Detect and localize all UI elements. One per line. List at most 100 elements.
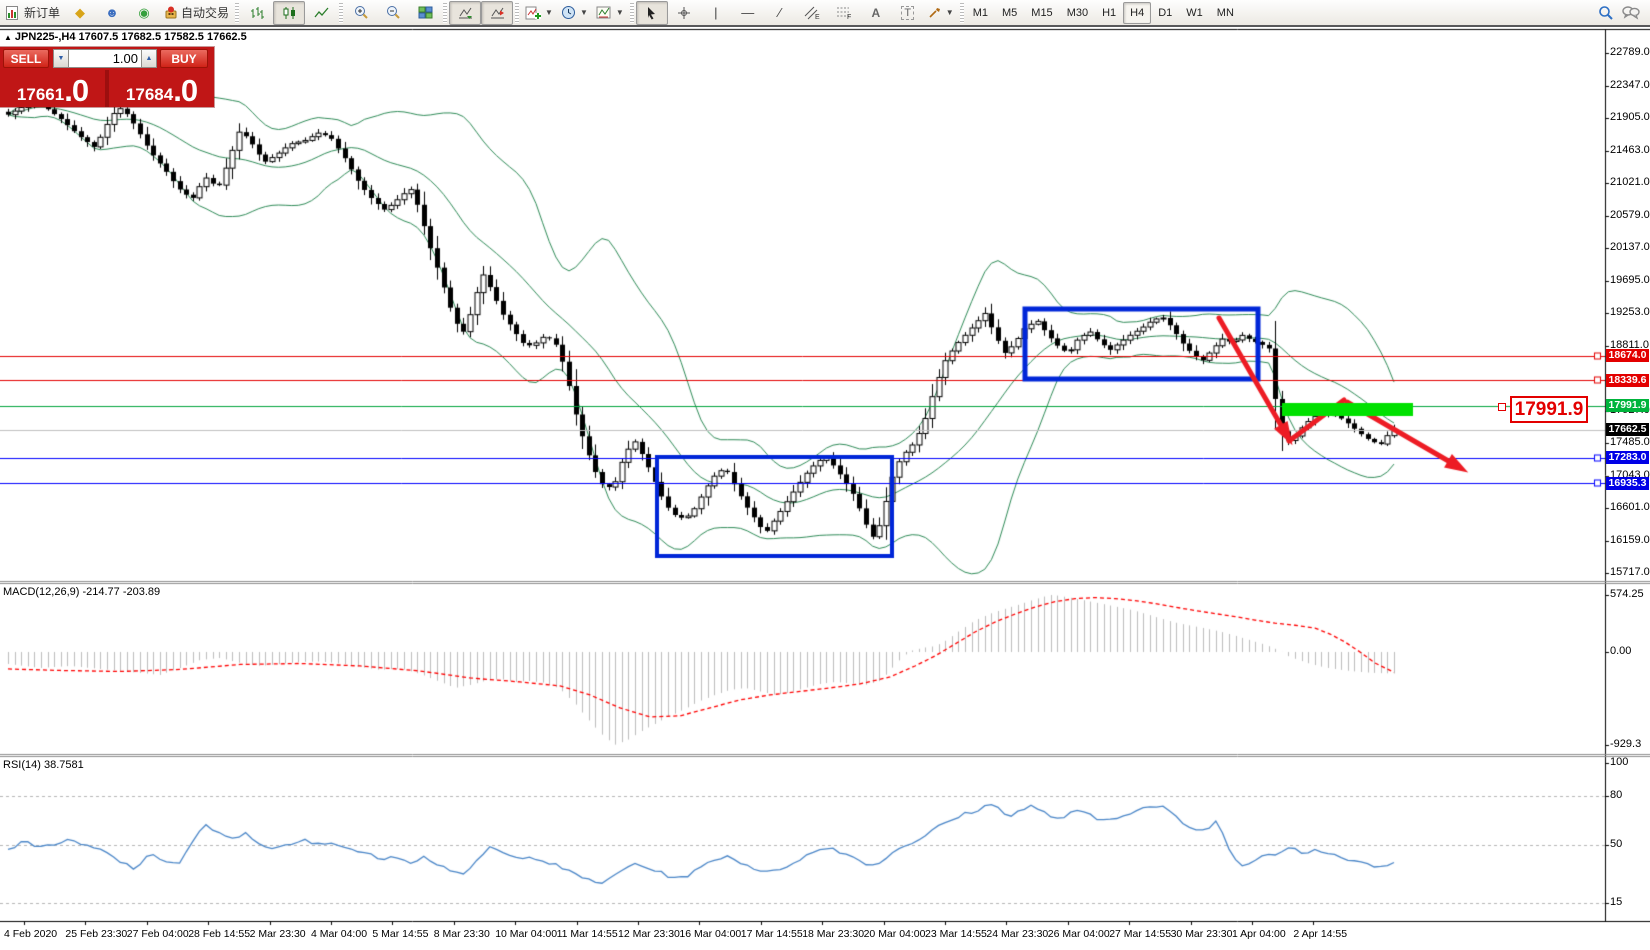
price-tick-label: 19253.0	[1610, 306, 1650, 318]
callout-anchor-square[interactable]	[1498, 403, 1506, 411]
trendline-icon: ∕	[779, 6, 781, 19]
new-order-icon	[6, 6, 21, 20]
sell-button[interactable]: SELL	[3, 49, 49, 68]
rsi-tick-label: 50	[1610, 838, 1622, 850]
volume-stepper: ▼ ▲	[53, 49, 157, 68]
channel-button[interactable]: E	[796, 1, 828, 25]
cursor-button[interactable]	[636, 1, 668, 25]
volume-increase-button[interactable]: ▲	[141, 49, 157, 68]
autotrading-label: 自动交易	[181, 4, 229, 21]
sell-price-main: 17661	[17, 85, 64, 105]
vertical-line-button[interactable]: |	[700, 1, 732, 25]
volume-decrease-button[interactable]: ▼	[53, 49, 69, 68]
bar-chart-icon	[250, 6, 265, 20]
rsi-label: RSI(14) 38.7581	[3, 759, 84, 771]
zoom-out-icon	[386, 5, 401, 20]
time-axis-label: 10 Mar 04:00	[495, 928, 557, 940]
toolbar-grip	[960, 3, 964, 23]
new-order-button[interactable]: 新订单	[2, 1, 64, 25]
horizontal-line-button[interactable]: —	[732, 1, 764, 25]
zoom-out-button[interactable]	[377, 1, 409, 25]
price-tick-label: 20137.0	[1610, 241, 1650, 253]
arrows-button[interactable]: ▼	[924, 1, 958, 25]
auto-scroll-button[interactable]	[449, 1, 481, 25]
rsi-tick-label: 80	[1610, 789, 1622, 801]
cursor-icon	[645, 6, 658, 20]
chart-title: ▲JPN225-,H4 17607.5 17682.5 17582.5 1766…	[4, 31, 247, 43]
toolbar-grip	[630, 3, 634, 23]
time-axis-label: 26 Mar 04:00	[1048, 928, 1110, 940]
time-axis-label: 4 Mar 04:00	[311, 928, 367, 940]
price-tick-label: 15717.0	[1610, 566, 1650, 578]
metaeditor-button[interactable]: ◆	[64, 1, 96, 25]
sell-price-decimal: .0	[64, 77, 88, 105]
price-tick-label: 16601.0	[1610, 501, 1650, 513]
bar-chart-button[interactable]	[241, 1, 273, 25]
chart-shift-button[interactable]	[481, 1, 513, 25]
arrows-tool-icon	[928, 6, 942, 19]
trendline-button[interactable]: ∕	[764, 1, 796, 25]
zoom-in-icon	[354, 5, 369, 20]
candlestick-chart-button[interactable]	[273, 1, 305, 25]
community-button[interactable]: ☻	[96, 1, 128, 25]
auto-scroll-icon	[458, 6, 473, 20]
tile-windows-button[interactable]	[409, 1, 441, 25]
timeframe-w1-button[interactable]: W1	[1179, 2, 1210, 24]
time-axis-label: 4 Feb 2020	[4, 928, 57, 940]
timeframe-d1-button[interactable]: D1	[1151, 2, 1179, 24]
rsi-tick-label: 100	[1610, 756, 1628, 768]
autotrading-button[interactable]: 自动交易	[160, 1, 233, 25]
line-chart-button[interactable]	[305, 1, 337, 25]
crosshair-icon	[677, 6, 691, 20]
chart-window: 新订单 ◆ ☻ ◉ 自动交易 ▼ ▼ ▼ | — ∕ E F A T ▼	[0, 0, 1650, 950]
time-axis-label: 30 Mar 23:30	[1171, 928, 1233, 940]
price-tick-label: 21905.0	[1610, 111, 1650, 123]
timeframe-mn-button[interactable]: MN	[1210, 2, 1241, 24]
search-icon[interactable]	[1598, 5, 1614, 21]
chart-shift-icon	[490, 6, 505, 20]
timeframe-m30-button[interactable]: M30	[1060, 2, 1095, 24]
price-badge: 16935.3	[1606, 477, 1649, 490]
time-axis-label: 1 Apr 04:00	[1232, 928, 1286, 940]
timeframe-m15-button[interactable]: M15	[1024, 2, 1059, 24]
time-axis-label: 27 Mar 14:55	[1109, 928, 1171, 940]
text-label-icon: T	[901, 6, 914, 20]
price-tick-label: 21463.0	[1610, 144, 1650, 156]
time-axis-label: 27 Feb 04:00	[127, 928, 189, 940]
timeframe-m5-button[interactable]: M5	[995, 2, 1024, 24]
time-axis-label: 5 Mar 14:55	[372, 928, 428, 940]
signals-button[interactable]: ◉	[128, 1, 160, 25]
zoom-in-button[interactable]	[345, 1, 377, 25]
templates-icon	[596, 6, 612, 20]
equidistant-channel-icon: E	[804, 6, 820, 20]
toolbar-grip	[339, 3, 343, 23]
buy-price-decimal: .0	[173, 77, 197, 105]
line-chart-icon	[314, 6, 329, 20]
macd-tick-label: 0.00	[1610, 645, 1631, 657]
dropdown-caret: ▼	[616, 8, 624, 17]
chart-canvas[interactable]	[0, 0, 1650, 950]
text-button[interactable]: A	[860, 1, 892, 25]
periods-button[interactable]: ▼	[557, 1, 592, 25]
time-axis-label: 18 Mar 23:30	[802, 928, 864, 940]
timeframe-h1-button[interactable]: H1	[1095, 2, 1123, 24]
volume-input[interactable]	[69, 49, 141, 68]
trade-panel-prices: 17661.0 17684.0	[0, 70, 214, 107]
timeframe-m1-button[interactable]: M1	[966, 2, 995, 24]
templates-button[interactable]: ▼	[592, 1, 628, 25]
time-axis-label: 23 Mar 14:55	[925, 928, 987, 940]
text-label-button[interactable]: T	[892, 1, 924, 25]
buy-button[interactable]: BUY	[160, 49, 208, 68]
timeframe-h4-button[interactable]: H4	[1123, 2, 1151, 24]
chat-icon[interactable]	[1622, 5, 1640, 20]
crosshair-button[interactable]	[668, 1, 700, 25]
signal-orb-icon: ◉	[138, 6, 149, 19]
price-tick-label: 17485.0	[1610, 436, 1650, 448]
price-badge: 18339.6	[1606, 374, 1649, 387]
sell-price[interactable]: 17661.0	[0, 70, 105, 107]
indicators-icon	[525, 6, 541, 20]
fibonacci-button[interactable]: F	[828, 1, 860, 25]
buy-price[interactable]: 17684.0	[109, 70, 214, 107]
price-callout-label[interactable]: 17991.9	[1510, 396, 1588, 423]
indicators-button[interactable]: ▼	[521, 1, 557, 25]
